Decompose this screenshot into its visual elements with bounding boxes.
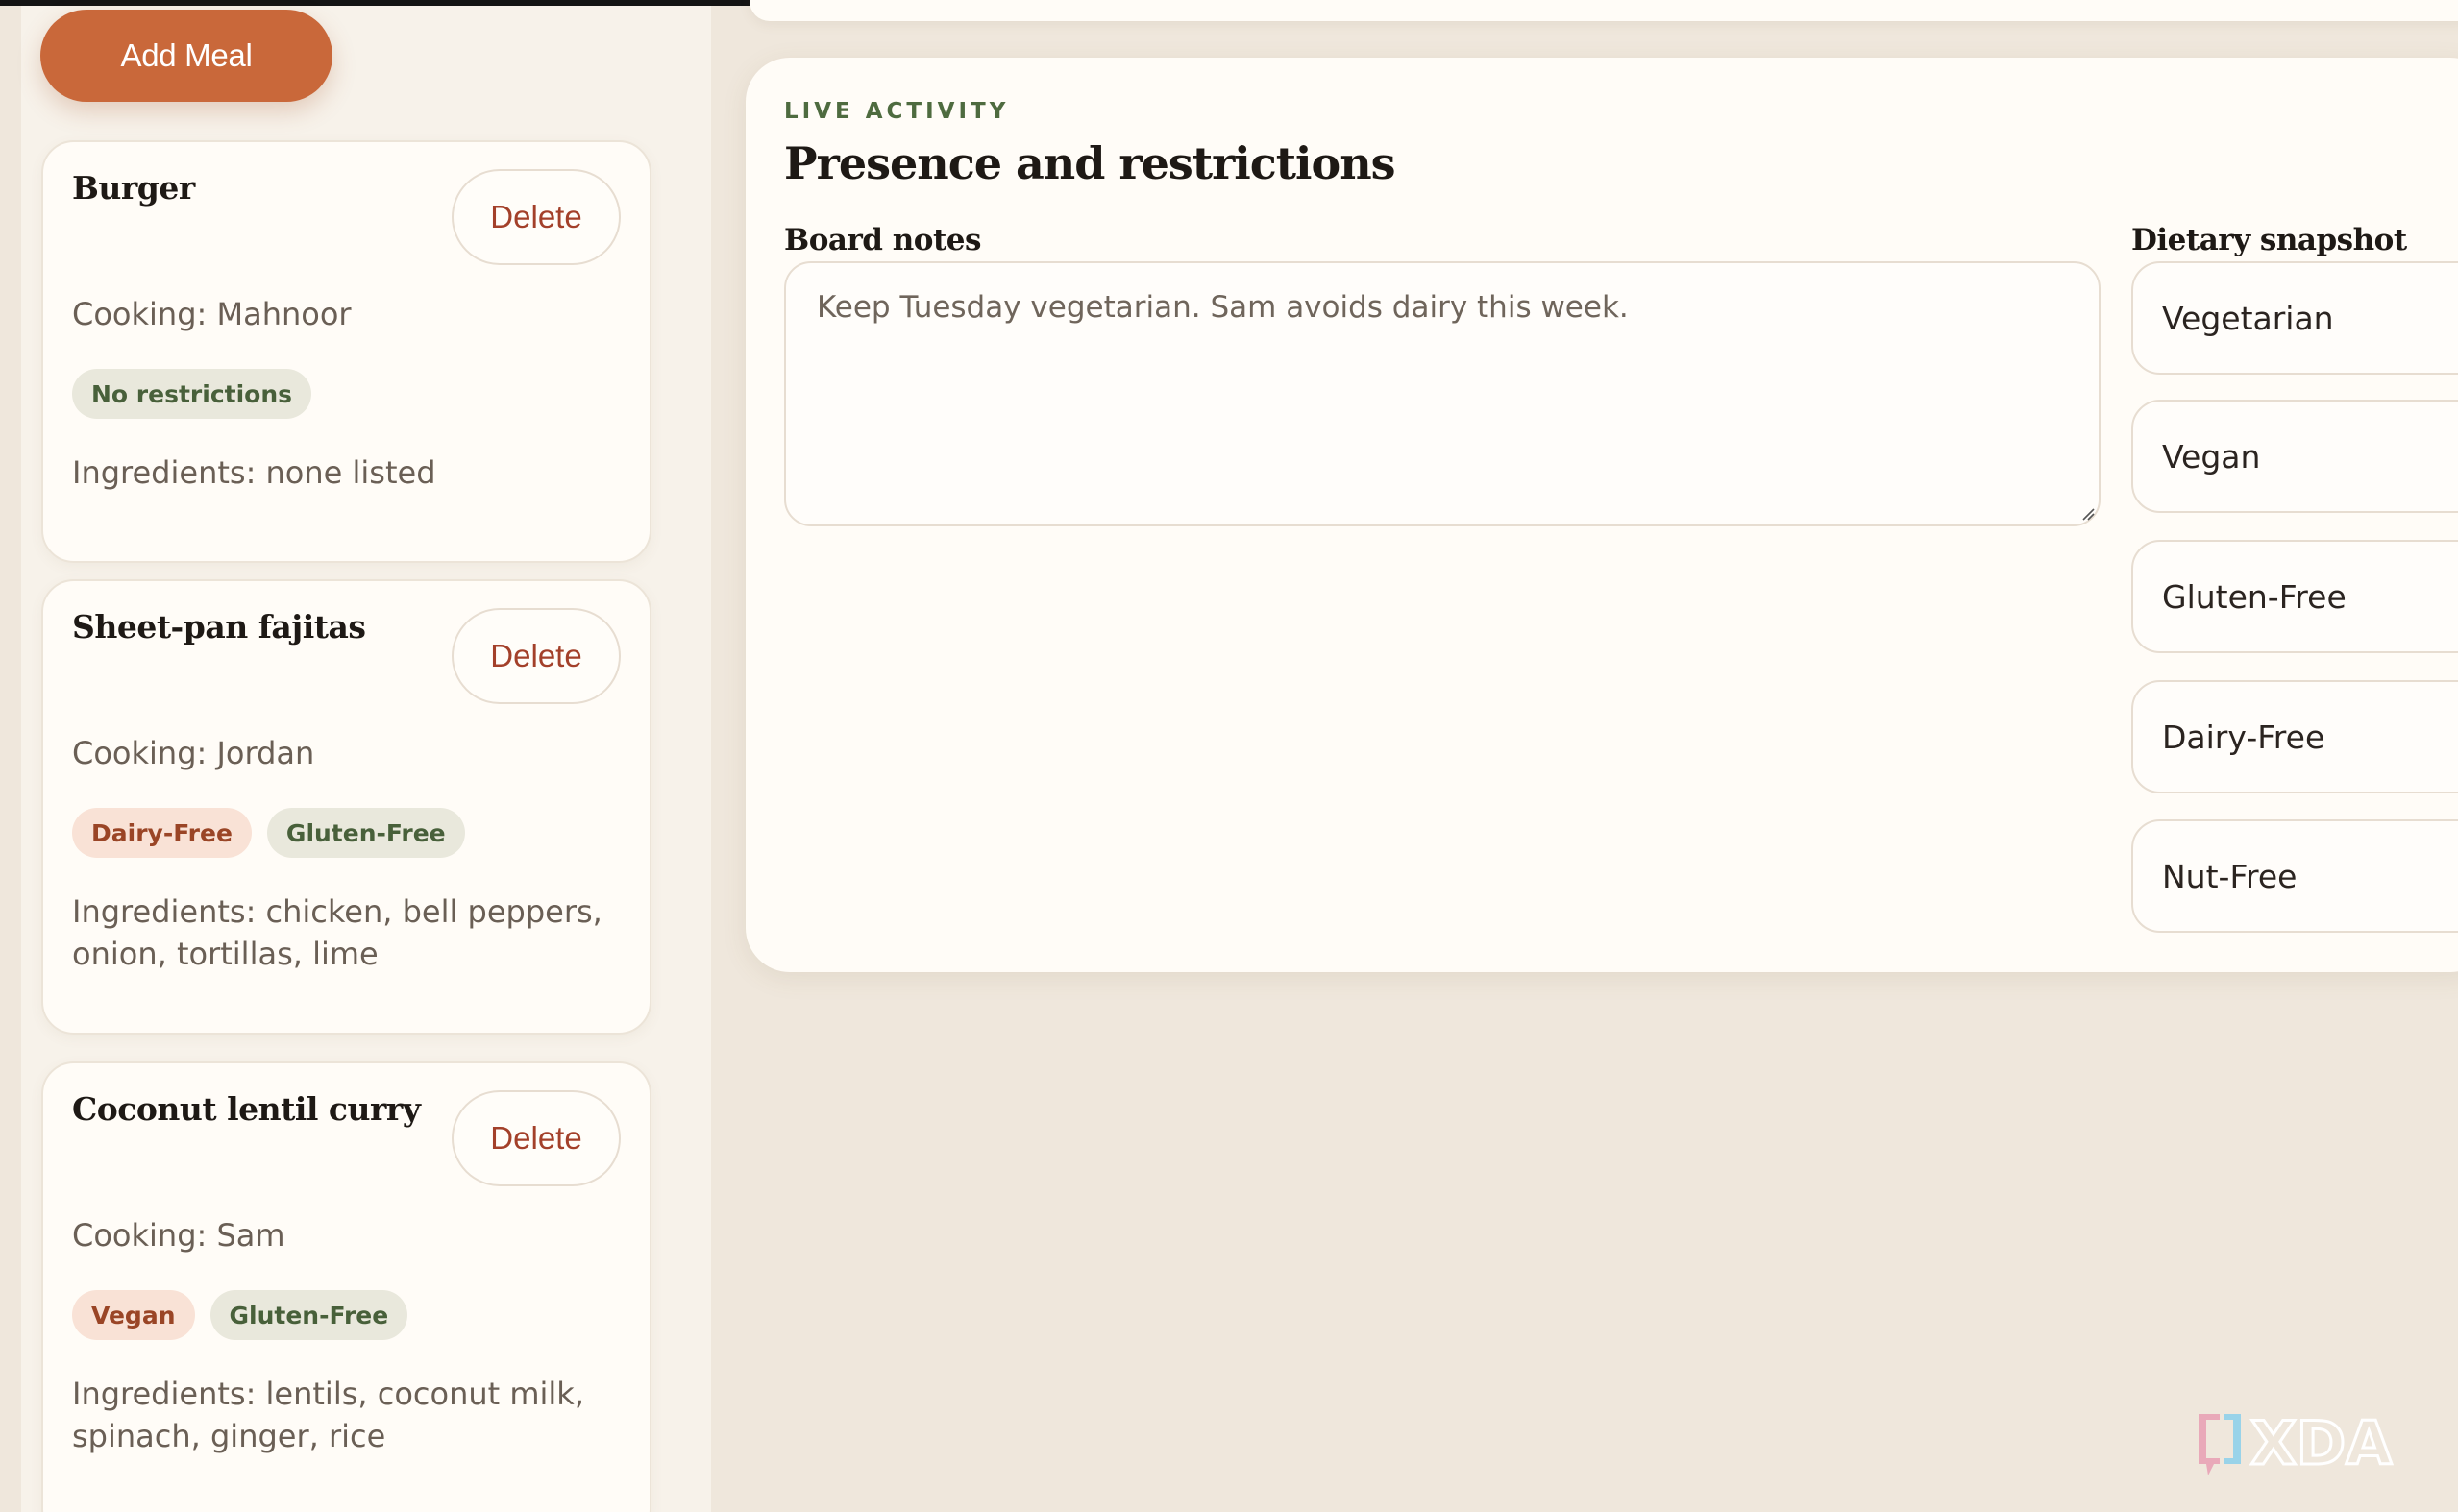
meal-title: Coconut lentil curry	[72, 1090, 421, 1128]
panel-title: Presence and restrictions	[784, 137, 1396, 189]
board-notes-label: Board notes	[784, 223, 981, 257]
meal-cook: Cooking: Mahnoor	[72, 296, 352, 332]
meal-ingredients: Ingredients: lentils, coconut milk, spin…	[72, 1376, 584, 1454]
delete-meal-button[interactable]: Delete	[452, 608, 621, 704]
restriction-tag: No restrictions	[72, 369, 312, 419]
meal-title: Burger	[72, 169, 195, 207]
meal-tags: Dairy-Free Gluten-Free	[72, 808, 465, 858]
meal-card: Coconut lentil curry Delete Cooking: Sam…	[41, 1061, 651, 1512]
meal-card: Sheet-pan fajitas Delete Cooking: Jordan…	[41, 579, 651, 1035]
add-meal-button[interactable]: Add Meal	[40, 10, 332, 102]
restriction-tag: Dairy-Free	[72, 808, 252, 858]
meal-cook: Cooking: Sam	[72, 1217, 285, 1254]
dietary-option-dairy-free[interactable]: Dairy-Free	[2131, 680, 2458, 793]
meal-ingredients: Ingredients: chicken, bell peppers, onio…	[72, 893, 602, 972]
board-notes-textarea[interactable]: Keep Tuesday vegetarian. Sam avoids dair…	[784, 261, 2101, 526]
meal-tags: Vegan Gluten-Free	[72, 1290, 408, 1340]
meal-cook: Cooking: Jordan	[72, 735, 315, 771]
xda-watermark-logo: XDA	[2199, 1407, 2394, 1480]
meal-ingredients: Ingredients: none listed	[72, 454, 436, 491]
dietary-snapshot-label: Dietary snapshot	[2131, 223, 2407, 257]
dietary-option-nut-free[interactable]: Nut-Free	[2131, 819, 2458, 933]
restriction-tag: Vegan	[72, 1290, 195, 1340]
previous-panel-edge	[750, 0, 2458, 21]
svg-text:XDA: XDA	[2250, 1408, 2392, 1478]
meal-tags: No restrictions	[72, 369, 312, 419]
delete-meal-button[interactable]: Delete	[452, 169, 621, 265]
dietary-option-vegetarian[interactable]: Vegetarian	[2131, 261, 2458, 375]
restriction-tag: Gluten-Free	[209, 1290, 408, 1340]
delete-meal-button[interactable]: Delete	[452, 1090, 621, 1186]
dietary-option-gluten-free[interactable]: Gluten-Free	[2131, 540, 2458, 653]
resize-handle-icon[interactable]	[2081, 507, 2095, 521]
meal-card: Burger Delete Cooking: Mahnoor No restri…	[41, 140, 651, 563]
restriction-tag: Gluten-Free	[266, 808, 465, 858]
panel-eyebrow: LIVE ACTIVITY	[784, 99, 1010, 124]
dietary-option-vegan[interactable]: Vegan	[2131, 400, 2458, 513]
meal-title: Sheet-pan fajitas	[72, 608, 366, 646]
